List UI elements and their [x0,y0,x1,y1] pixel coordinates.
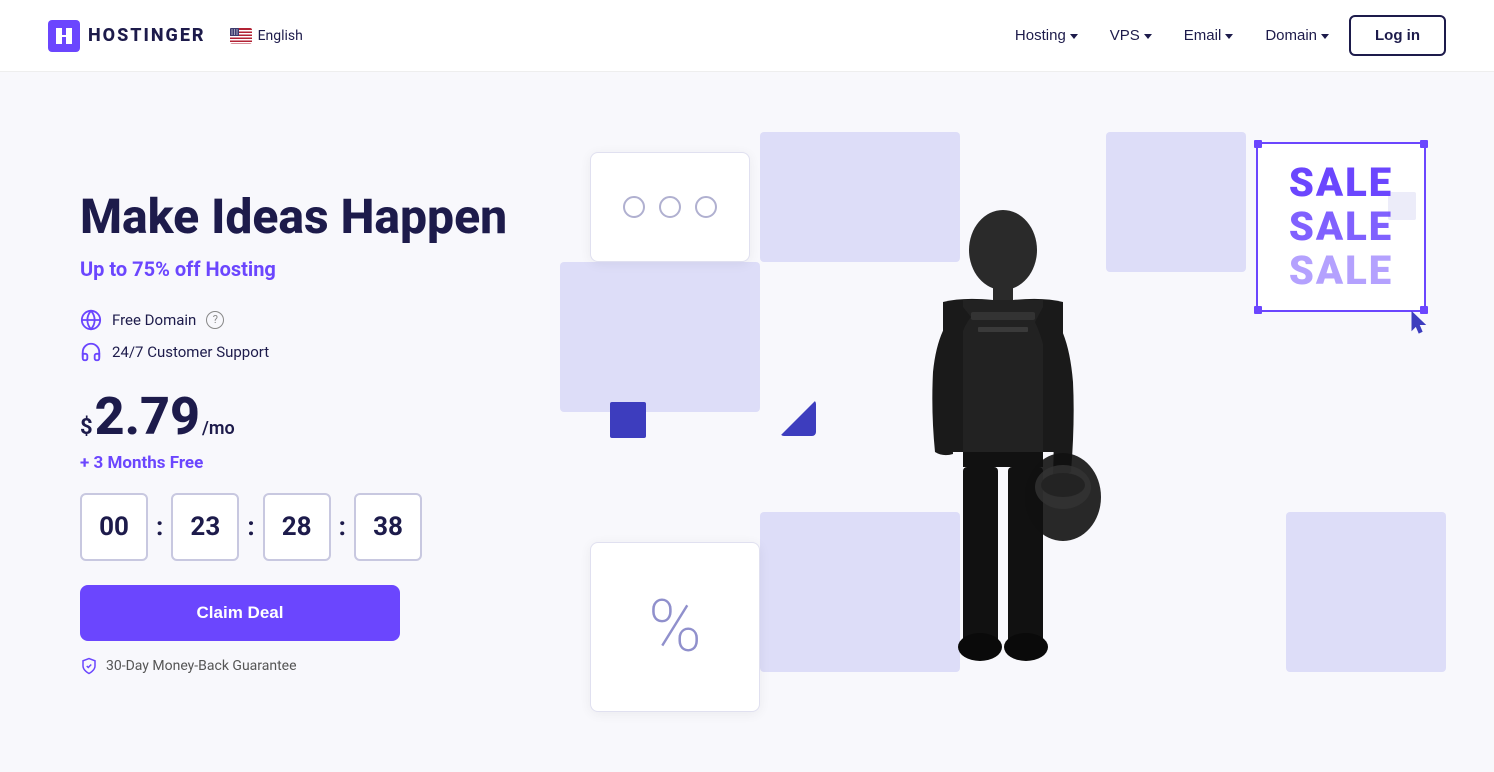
sale-display-box: SALE SALE SALE [1256,142,1426,312]
flag-icon [230,28,252,44]
chevron-down-icon [1070,34,1078,39]
discount-highlight: 75% [132,257,170,281]
feature-support: 24/7 Customer Support [80,341,560,363]
price-block: $ 2.79 /mo [80,391,560,443]
countdown-separator: : [156,512,163,542]
person-svg [863,192,1143,732]
nav-hosting[interactable]: Hosting [1003,19,1090,52]
support-label: 24/7 Customer Support [112,343,269,361]
hero-section: Make Ideas Happen Up to 75% off Hosting … [80,189,560,674]
promo-note: + 3 Months Free [80,453,560,473]
countdown-separator: : [247,512,254,542]
info-icon[interactable]: ? [206,311,224,329]
circle-dot-1 [623,196,645,218]
chevron-down-icon [1144,34,1152,39]
deco-dark-square-1 [610,402,646,438]
deco-lavender-4 [1286,512,1446,672]
nav-email[interactable]: Email [1172,19,1246,52]
header-left: HOSTINGER English [48,20,303,52]
header: HOSTINGER English [0,0,1494,72]
claim-deal-button[interactable]: Claim Deal [80,585,400,641]
circle-dot-2 [659,196,681,218]
person-illustration [863,192,1143,732]
features-list: Free Domain ? 24/7 Customer Support [80,309,560,363]
countdown-separator: : [339,512,346,542]
chevron-down-icon [1225,34,1233,39]
countdown-timer: 00 : 23 : 28 : 38 [80,493,560,561]
nav-domain[interactable]: Domain [1253,19,1341,52]
circle-dot-3 [695,196,717,218]
countdown-frames: 38 [354,493,422,561]
deco-lavender-2 [560,262,760,412]
shield-check-icon [80,657,98,675]
price-period: /mo [202,418,235,439]
header-right: Hosting VPS Email Domain Log in [1003,15,1446,56]
domain-label: Free Domain [112,311,196,329]
countdown-minutes: 23 [171,493,239,561]
globe-icon [80,309,102,331]
hero-subtitle: Up to 75% off Hosting [80,257,560,281]
guarantee-text: 30-Day Money-Back Guarantee [106,658,297,674]
login-button[interactable]: Log in [1349,15,1446,56]
price-amount: 2.79 [95,391,200,443]
hero-title: Make Ideas Happen [80,189,560,244]
countdown-hours: 00 [80,493,148,561]
logo[interactable]: HOSTINGER [48,20,206,52]
percent-sign: % [648,591,702,663]
nav-vps[interactable]: VPS [1098,19,1164,52]
logo-icon [48,20,80,52]
main-content: Make Ideas Happen Up to 75% off Hosting … [0,72,1494,772]
feature-domain: Free Domain ? [80,309,560,331]
sale-corner-tl [1254,140,1262,148]
price-line: $ 2.79 /mo [80,391,560,443]
price-currency: $ [80,415,93,440]
sale-text-1: SALE [1289,161,1393,205]
chevron-down-icon [1321,34,1329,39]
language-label: English [258,28,303,44]
headset-icon [80,341,102,363]
hero-illustration: SALE SALE SALE % [560,132,1446,732]
sale-corner-tr [1420,140,1428,148]
sale-text-3: SALE [1289,249,1393,293]
sale-text-2: SALE [1289,205,1393,249]
deco-circles-box [590,152,750,262]
language-selector[interactable]: English [230,28,303,44]
percent-display-box: % [590,542,760,712]
brand-name: HOSTINGER [88,25,206,46]
deco-triangle [780,400,816,436]
sale-corner-bl [1254,306,1262,314]
cursor-icon [1408,310,1432,338]
countdown-seconds: 28 [263,493,331,561]
guarantee-line: 30-Day Money-Back Guarantee [80,657,560,675]
